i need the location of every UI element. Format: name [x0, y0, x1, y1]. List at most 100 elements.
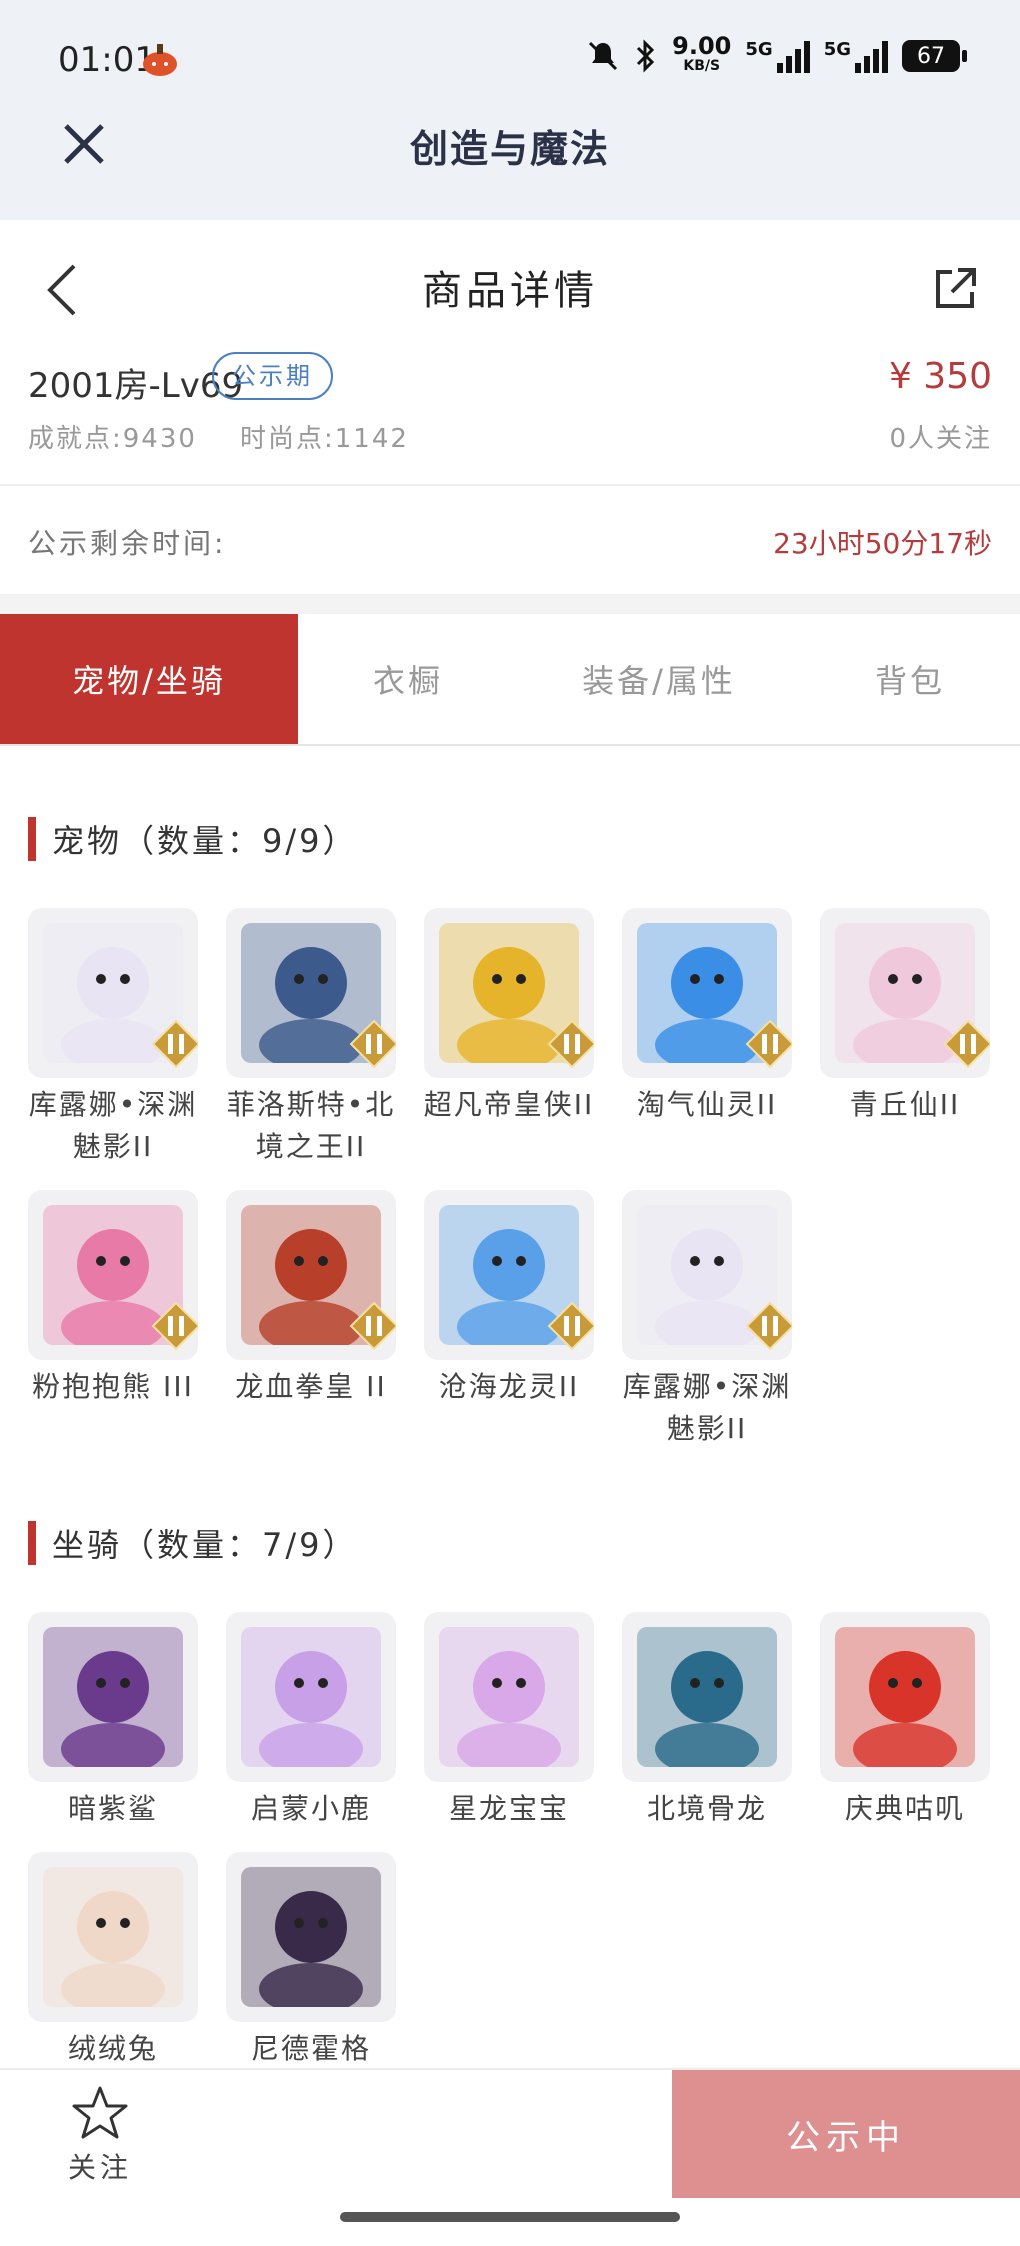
- tier-badge-icon: [532, 1286, 594, 1351]
- remain-time-value: 23小时50分17秒: [773, 527, 992, 560]
- fashion-points: 时尚点:1142: [240, 424, 409, 454]
- follow-button[interactable]: 关注: [60, 2084, 140, 2186]
- mount-item[interactable]: 暗紫鲨: [28, 1612, 198, 1830]
- signal-icon: [776, 39, 810, 73]
- pet-gold-armor-icon: [424, 908, 594, 1078]
- bluetooth-icon: [637, 39, 655, 73]
- item-name: 库露娜•深渊魅影II: [28, 1088, 198, 1163]
- network-speed: 9.00 KB/S: [672, 34, 731, 76]
- pet-item[interactable]: 菲洛斯特•北境之王II: [226, 908, 396, 1168]
- star-icon: [72, 2086, 128, 2139]
- status-badge: 公示期: [212, 352, 333, 400]
- pet-white-hair-icon: [28, 908, 198, 1078]
- section-gap: [0, 594, 1020, 614]
- item-name: 粉抱抱熊 III: [32, 1370, 194, 1403]
- item-name: 青丘仙II: [849, 1088, 961, 1121]
- net1-label: 5G: [745, 39, 773, 60]
- net2-label: 5G: [823, 39, 851, 60]
- mount-fluffy-rabbit-icon: [28, 1852, 198, 2022]
- mount-white-deer-icon: [226, 1612, 396, 1782]
- product-price: ¥ 350: [888, 356, 992, 397]
- pet-red-dragon-icon: [226, 1190, 396, 1360]
- pet-fox-girl-icon: [820, 908, 990, 1078]
- item-name: 绒绒兔: [67, 2032, 158, 2065]
- tier-badge-icon: [928, 1004, 990, 1069]
- item-name: 龙血拳皇 II: [235, 1370, 387, 1403]
- mount-item[interactable]: 启蒙小鹿: [226, 1612, 396, 1830]
- pet-item[interactable]: 沧海龙灵II: [424, 1190, 594, 1408]
- mount-item[interactable]: 北境骨龙: [622, 1612, 792, 1830]
- pet-blue-pup-icon: [622, 908, 792, 1078]
- mount-item[interactable]: 庆典咕叽: [820, 1612, 990, 1830]
- tab-bag[interactable]: 背包: [800, 614, 1020, 744]
- home-indicator[interactable]: [340, 2212, 680, 2222]
- tier-badge-icon: [334, 1004, 396, 1069]
- pet-item[interactable]: 淘气仙灵II: [622, 908, 792, 1126]
- tier-badge-icon: [532, 1004, 594, 1069]
- pet-item[interactable]: 粉抱抱熊 III: [28, 1190, 198, 1408]
- item-name: 庆典咕叽: [844, 1792, 965, 1825]
- remain-time-label: 公示剩余时间:: [28, 527, 227, 560]
- mount-star-dragon-icon: [424, 1612, 594, 1782]
- item-name: 尼德霍格: [250, 2032, 371, 2065]
- mute-icon: [589, 41, 618, 71]
- mount-item[interactable]: 绒绒兔: [28, 1852, 198, 2070]
- mounts-section-title: 坐骑（数量：7/9）: [28, 1520, 358, 1566]
- tier-badge-icon: [730, 1004, 792, 1069]
- pet-item[interactable]: 青丘仙II: [820, 908, 990, 1126]
- divider: [0, 484, 1020, 486]
- pets-section-title: 宠物（数量：9/9）: [28, 816, 358, 862]
- achievement-points: 成就点:9430: [28, 424, 197, 454]
- publicity-button[interactable]: 公示中: [672, 2070, 1020, 2198]
- battery-icon: 67: [902, 40, 967, 72]
- item-name: 沧海龙灵II: [438, 1370, 580, 1403]
- pet-white-hair-icon: [622, 1190, 792, 1360]
- section-accent-bar: [28, 817, 36, 861]
- pet-item[interactable]: 库露娜•深渊魅影II: [28, 908, 198, 1168]
- mount-item[interactable]: 尼德霍格: [226, 1852, 396, 2070]
- product-name: 2001房-Lv69: [28, 366, 244, 406]
- page-title: 商品详情: [422, 268, 598, 314]
- mount-bone-dragon-icon: [622, 1612, 792, 1782]
- item-name: 北境骨龙: [646, 1792, 767, 1825]
- mount-festival-penguin-icon: [820, 1612, 990, 1782]
- follow-label: 关注: [67, 2151, 132, 2184]
- item-name: 启蒙小鹿: [250, 1792, 371, 1825]
- item-name: 菲洛斯特•北境之王II: [226, 1088, 396, 1163]
- pet-blue-dragon-boy-icon: [424, 1190, 594, 1360]
- item-name: 超凡帝皇侠II: [423, 1088, 595, 1121]
- tier-badge-icon: [136, 1004, 198, 1069]
- pet-item[interactable]: 龙血拳皇 II: [226, 1190, 396, 1408]
- pet-item[interactable]: 超凡帝皇侠II: [424, 908, 594, 1126]
- tab-wardrobe[interactable]: 衣橱: [298, 614, 518, 744]
- pet-item[interactable]: 库露娜•深渊魅影II: [622, 1190, 792, 1450]
- status-icons: 9.00 KB/S 5G 5G 67: [586, 34, 967, 76]
- mounts-title-text: 坐骑（数量：7/9）: [52, 1526, 358, 1564]
- pet-pink-bear-icon: [28, 1190, 198, 1360]
- tier-badge-icon: [730, 1286, 792, 1351]
- tab-equipment[interactable]: 装备/属性: [518, 614, 800, 744]
- item-name: 库露娜•深渊魅影II: [622, 1370, 792, 1445]
- mount-dark-dragon-icon: [226, 1852, 396, 2022]
- app-top-area: 01:01 9.00 KB/S 5G 5G 67 创造与魔法: [0, 0, 1020, 220]
- battery-level: 67: [917, 43, 945, 69]
- network-5g-2: 5G: [824, 39, 888, 73]
- share-icon[interactable]: [930, 264, 980, 314]
- tier-badge-icon: [334, 1286, 396, 1351]
- section-accent-bar: [28, 1521, 36, 1565]
- tab-pets-mounts[interactable]: 宠物/坐骑: [0, 614, 298, 744]
- mount-item[interactable]: 星龙宝宝: [424, 1612, 594, 1830]
- item-name: 淘气仙灵II: [636, 1088, 778, 1121]
- page-header: 商品详情: [0, 220, 1020, 350]
- tier-badge-icon: [136, 1286, 198, 1351]
- pet-ice-king-icon: [226, 908, 396, 1078]
- app-notification-icon: [140, 40, 180, 78]
- item-name: 星龙宝宝: [448, 1792, 569, 1825]
- network-5g-1: 5G: [745, 39, 810, 73]
- tab-bar: 宠物/坐骑 衣橱 装备/属性 背包: [0, 614, 1020, 746]
- mount-purple-shark-icon: [28, 1612, 198, 1782]
- item-name: 暗紫鲨: [67, 1792, 158, 1825]
- pets-title-text: 宠物（数量：9/9）: [52, 822, 358, 860]
- follow-count: 0人关注: [889, 424, 992, 454]
- signal-icon: [855, 39, 888, 73]
